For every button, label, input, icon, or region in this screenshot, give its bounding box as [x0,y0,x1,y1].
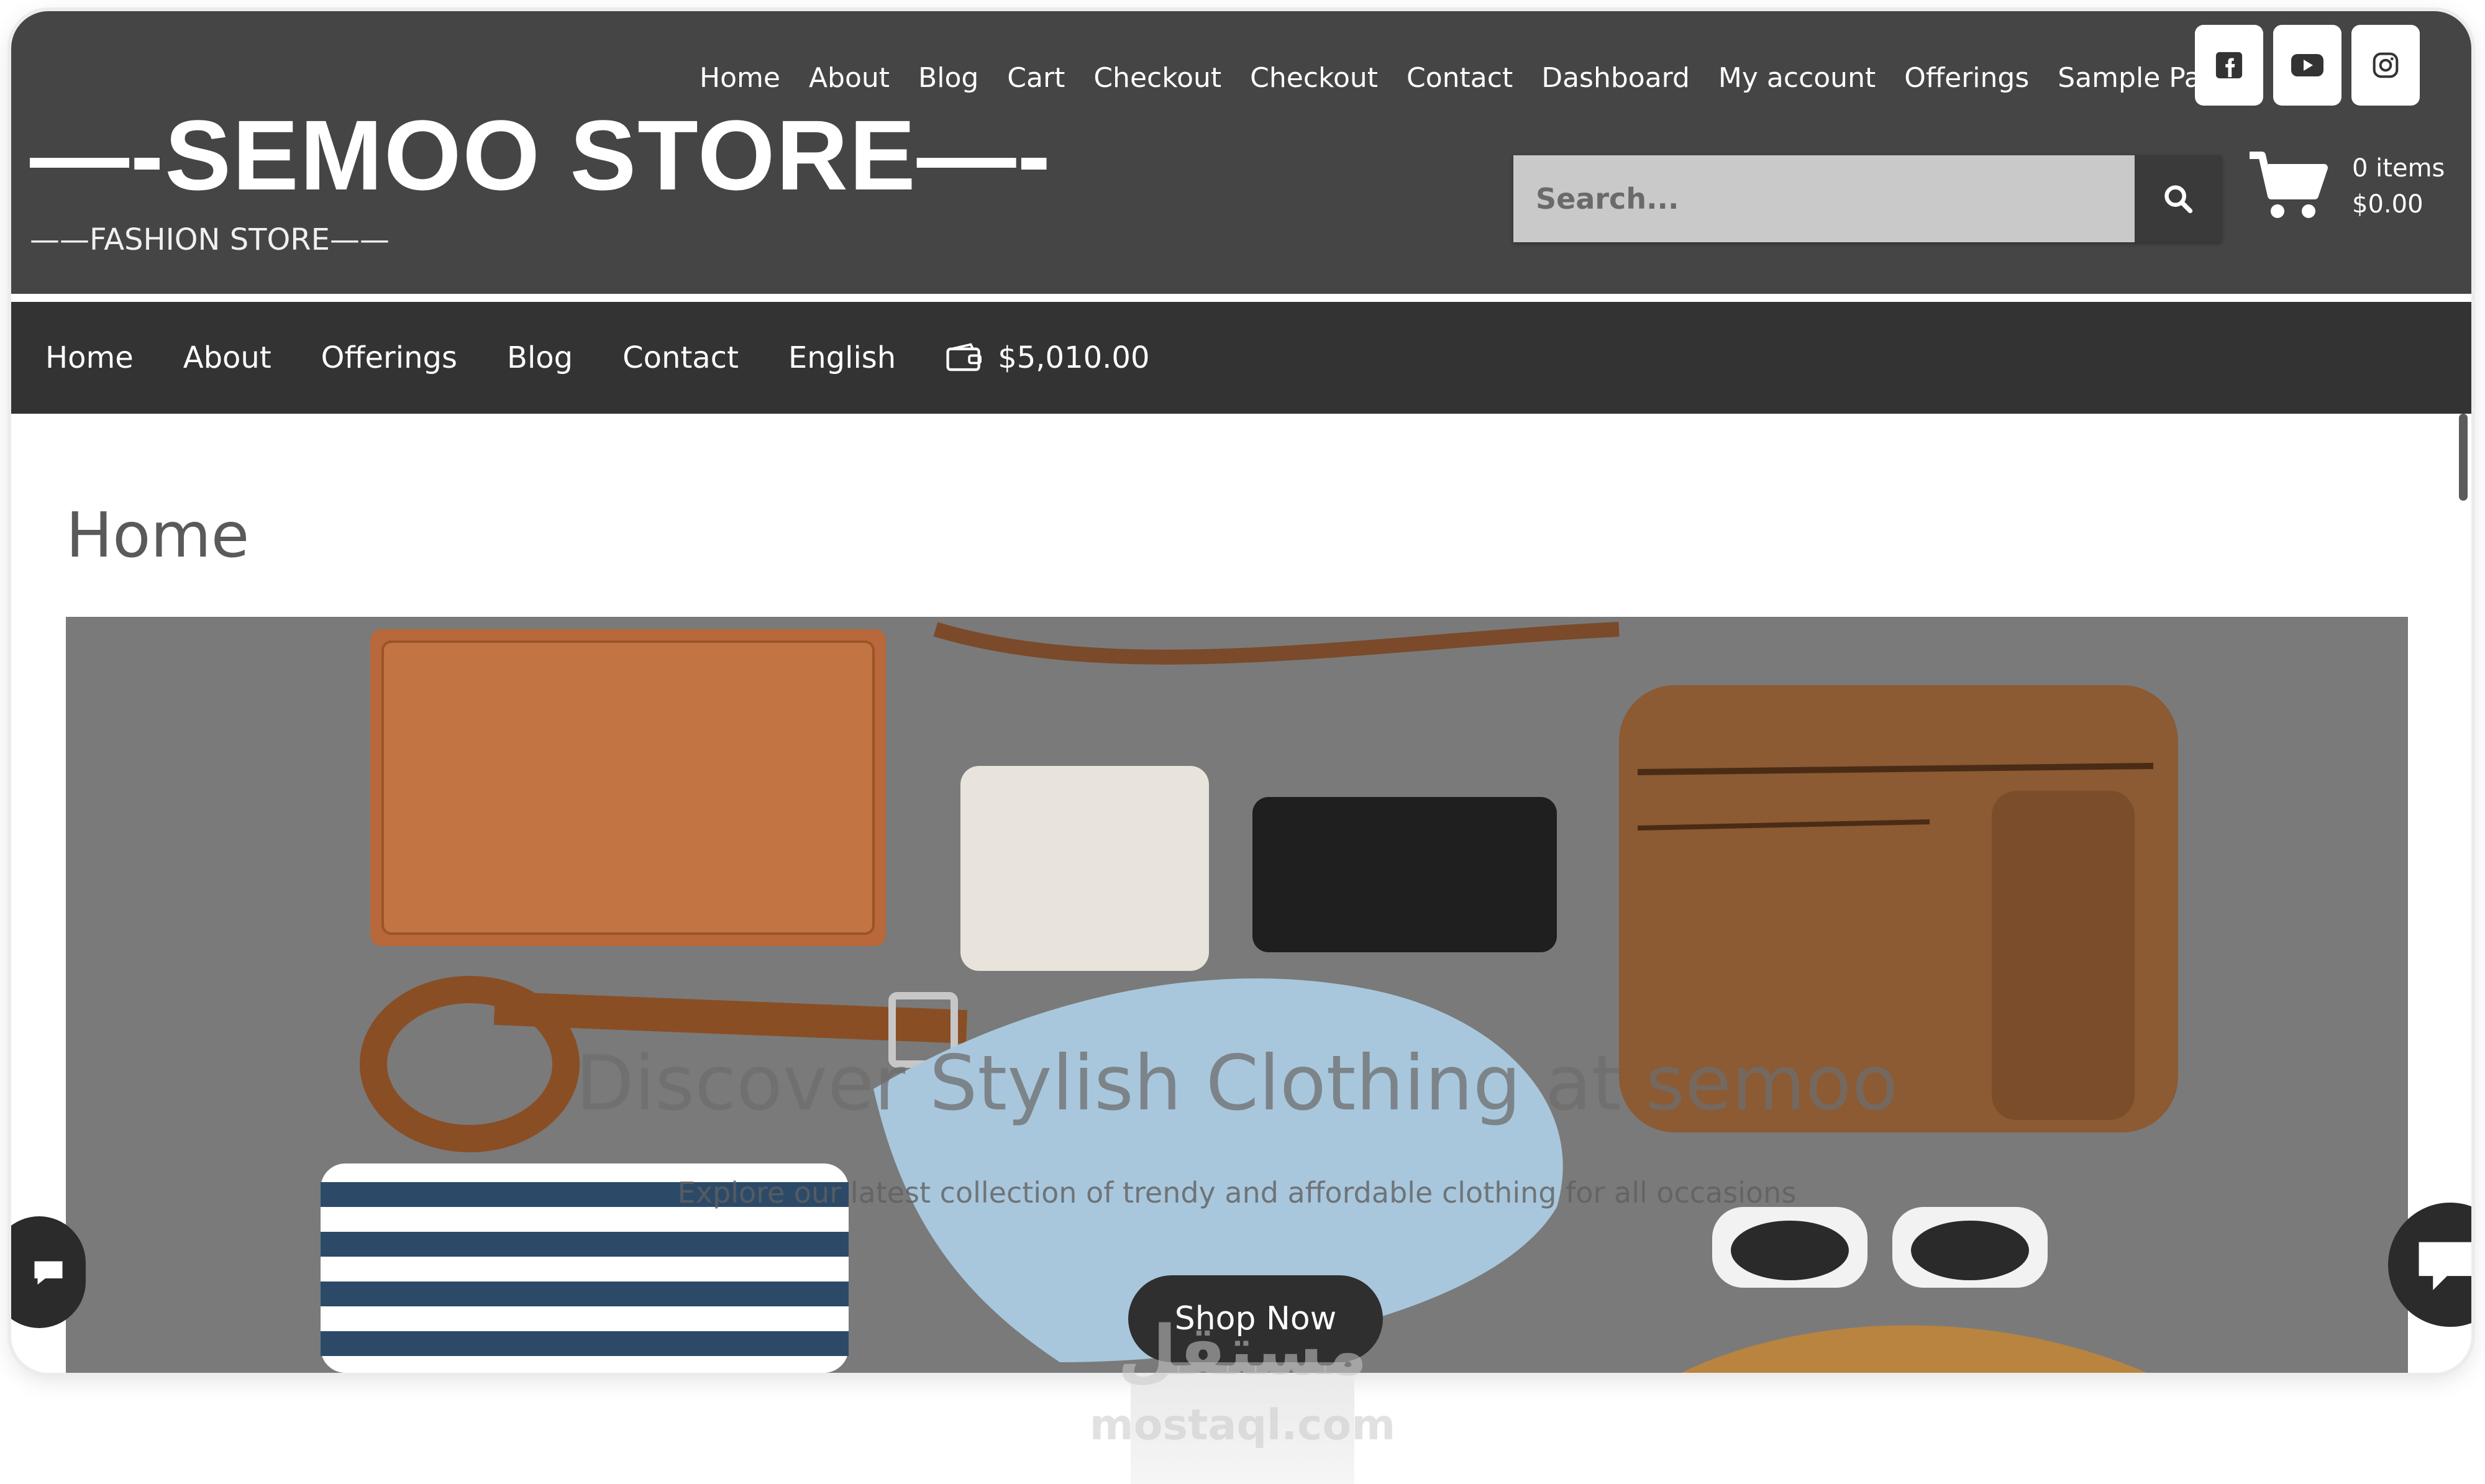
instagram-button[interactable] [2351,25,2420,106]
top-nav-checkout-2[interactable]: Checkout [1250,62,1378,94]
nav-offerings[interactable]: Offerings [321,340,457,375]
top-navigation: Home About Blog Cart Checkout Checkout C… [700,56,2235,99]
page-title: Home [66,499,250,571]
youtube-icon [2291,54,2323,76]
website-screen: Home About Blog Cart Checkout Checkout C… [11,11,2471,1373]
youtube-button[interactable] [2273,25,2341,106]
site-title[interactable]: —-SEMOO STORE—- [30,98,1052,212]
nav-language[interactable]: English [788,340,896,375]
wallet-amount: $5,010.00 [998,340,1150,375]
hero-image [66,617,2408,1373]
watermark-latin: mostaql.com [1089,1401,1396,1450]
wallet-balance[interactable]: $5,010.00 [946,340,1150,375]
nav-contact[interactable]: Contact [622,340,739,375]
facebook-button[interactable] [2195,25,2263,106]
site-header: Home About Blog Cart Checkout Checkout C… [11,11,2471,294]
search-bar [1513,155,2222,242]
mini-cart[interactable]: 0 items $0.00 [2246,149,2445,224]
top-nav-cart[interactable]: Cart [1007,62,1065,94]
search-icon [2164,185,2193,214]
top-nav-home[interactable]: Home [700,62,780,94]
facebook-icon [2215,52,2243,79]
browser-frame: Home About Blog Cart Checkout Checkout C… [11,11,2471,1373]
search-button[interactable] [2135,155,2222,242]
cart-summary: 0 items $0.00 [2352,150,2445,222]
cart-items-count: 0 items [2352,154,2445,183]
top-nav-checkout[interactable]: Checkout [1093,62,1221,94]
nav-home[interactable]: Home [45,340,134,375]
top-nav-contact[interactable]: Contact [1407,62,1513,94]
wallet-icon [946,343,982,371]
hero-banner: Discover Stylish Clothing at semoo Explo… [66,617,2408,1373]
top-nav-about[interactable]: About [809,62,890,94]
chat-icon [34,1261,63,1285]
top-nav-blog[interactable]: Blog [918,62,978,94]
cart-total: $0.00 [2352,190,2423,219]
cart-icon [2250,152,2328,218]
watermark-arabic: مستقل [1117,1311,1368,1390]
social-links [2195,25,2420,106]
top-nav-dashboard[interactable]: Dashboard [1541,62,1690,94]
top-nav-my-account[interactable]: My account [1718,62,1876,94]
hero-subheading: Explore our latest collection of trendy … [677,1176,1797,1209]
chat-icon [2419,1242,2471,1290]
hero-heading: Discover Stylish Clothing at semoo [575,1039,1899,1127]
nav-about[interactable]: About [183,340,271,375]
instagram-icon [2373,52,2399,78]
nav-blog[interactable]: Blog [507,340,573,375]
main-navigation: Home About Offerings Blog Contact Englis… [11,302,2471,414]
scrollbar-thumb[interactable] [2459,414,2468,501]
search-input[interactable] [1513,155,2135,242]
top-nav-offerings[interactable]: Offerings [1904,62,2029,94]
site-tagline: ——FASHION STORE—— [30,222,390,257]
